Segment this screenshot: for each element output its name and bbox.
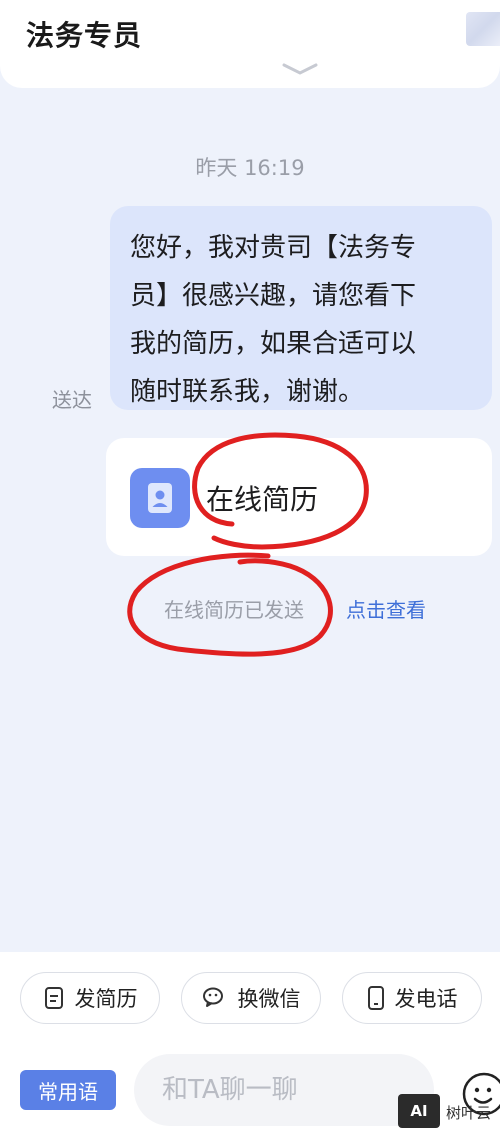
common-phrases-button[interactable]: 常用语 xyxy=(20,1070,116,1110)
chat-header: 法务专员 xyxy=(0,0,500,88)
document-icon xyxy=(44,987,63,1009)
message-line: 您好，我对贵司【法务专 xyxy=(130,233,417,263)
send-resume-button[interactable]: 发简历 xyxy=(20,972,160,1024)
resume-card-label: 在线简历 xyxy=(206,483,319,516)
resume-icon xyxy=(130,468,190,528)
message-line: 我的简历，如果合适可以 xyxy=(130,329,417,359)
view-resume-link[interactable]: 点击查看 xyxy=(346,594,426,623)
message-line: 员】很感兴趣，请您看下 xyxy=(130,281,417,311)
system-note: 在线简历已发送 xyxy=(164,598,304,622)
watermark: AI 树叶云 xyxy=(398,1094,500,1132)
quick-action-label: 发电话 xyxy=(394,987,458,1011)
wechat-icon xyxy=(202,987,223,1007)
send-phone-button[interactable]: 发电话 xyxy=(342,972,482,1024)
phone-icon xyxy=(367,986,384,1010)
online-resume-card[interactable]: 在线简历 xyxy=(106,438,492,556)
watermark-text: 树叶云 xyxy=(446,1104,492,1122)
message-timestamp: 昨天 16:19 xyxy=(195,156,305,180)
sent-message-bubble[interactable]: 您好，我对贵司【法务专 员】很感兴趣，请您看下 我的简历，如果合适可以 随时联系… xyxy=(110,206,492,410)
chevron-down-icon[interactable] xyxy=(282,62,318,76)
avatar[interactable] xyxy=(466,12,500,46)
quick-action-label: 发简历 xyxy=(74,987,138,1011)
page-title: 法务专员 xyxy=(26,19,143,52)
quick-action-label: 换微信 xyxy=(237,987,301,1011)
watermark-badge: AI xyxy=(398,1094,440,1128)
delivery-status: 送达 xyxy=(52,388,92,412)
exchange-wechat-button[interactable]: 换微信 xyxy=(181,972,321,1024)
chat-input[interactable] xyxy=(134,1054,434,1126)
message-line: 随时联系我，谢谢。 xyxy=(130,377,365,407)
